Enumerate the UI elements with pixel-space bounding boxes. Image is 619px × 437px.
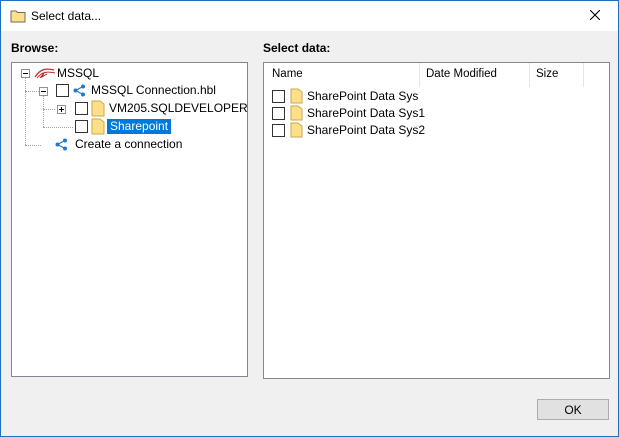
select-data-panel[interactable]: Name Date Modified Size SharePoint Data … — [263, 62, 610, 379]
share-icon — [73, 84, 86, 100]
sharepoint-checkbox[interactable] — [75, 120, 88, 133]
browse-tree-panel[interactable]: MSSQL MSSQL Connection.hbl VM205.SQLDEVE… — [11, 62, 248, 377]
tree-line — [43, 127, 73, 128]
tree-expand-toggle[interactable] — [57, 105, 66, 114]
column-divider[interactable] — [529, 63, 530, 87]
mssql-logo-icon — [34, 67, 56, 82]
ok-button[interactable]: OK — [537, 399, 609, 420]
title-bar: Select data... — [1, 1, 618, 31]
column-header-date-modified[interactable]: Date Modified — [426, 68, 497, 80]
column-header-name[interactable]: Name — [272, 68, 303, 80]
row-checkbox[interactable] — [272, 107, 285, 120]
list-item[interactable]: SharePoint Data Sys2 — [264, 122, 609, 139]
row-name: SharePoint Data Sys1 — [307, 106, 426, 120]
list-item[interactable]: SharePoint Data Sys1 — [264, 105, 609, 122]
folder-icon — [91, 118, 105, 138]
create-connection-link[interactable]: Create a connection — [75, 137, 182, 152]
column-divider[interactable] — [583, 63, 584, 87]
tree-node-connection[interactable]: MSSQL Connection.hbl — [91, 83, 216, 98]
tree-collapse-toggle[interactable] — [39, 87, 48, 96]
row-name: SharePoint Data Sys — [307, 89, 419, 103]
row-checkbox[interactable] — [272, 90, 285, 103]
window-title: Select data... — [31, 9, 102, 23]
select-data-label: Select data: — [263, 41, 331, 55]
tree-node-vm205[interactable]: VM205.SQLDEVELOPER — [109, 101, 248, 116]
tree-line — [43, 109, 55, 110]
tree-node-sharepoint[interactable]: Sharepoint — [107, 119, 172, 134]
folder-icon — [91, 100, 105, 120]
share-icon — [55, 138, 68, 154]
folder-icon — [290, 122, 303, 141]
tree-line — [25, 145, 41, 146]
tree-line — [25, 77, 26, 145]
vm205-checkbox[interactable] — [75, 102, 88, 115]
column-divider[interactable] — [419, 63, 420, 87]
row-checkbox[interactable] — [272, 124, 285, 137]
close-icon — [589, 9, 601, 23]
tree-line — [43, 95, 44, 127]
close-button[interactable] — [572, 1, 618, 31]
select-data-dialog: Select data... Browse: Select data: MSSQ… — [0, 0, 619, 437]
browse-label: Browse: — [11, 41, 59, 55]
list-item[interactable]: SharePoint Data Sys — [264, 88, 609, 105]
browse-tree: MSSQL MSSQL Connection.hbl VM205.SQLDEVE… — [12, 63, 248, 376]
column-header-size[interactable]: Size — [536, 68, 558, 80]
folder-icon — [10, 9, 26, 26]
row-name: SharePoint Data Sys2 — [307, 123, 426, 137]
tree-collapse-toggle[interactable] — [21, 69, 30, 78]
tree-node-mssql[interactable]: MSSQL — [57, 66, 99, 81]
connection-checkbox[interactable] — [56, 84, 69, 97]
